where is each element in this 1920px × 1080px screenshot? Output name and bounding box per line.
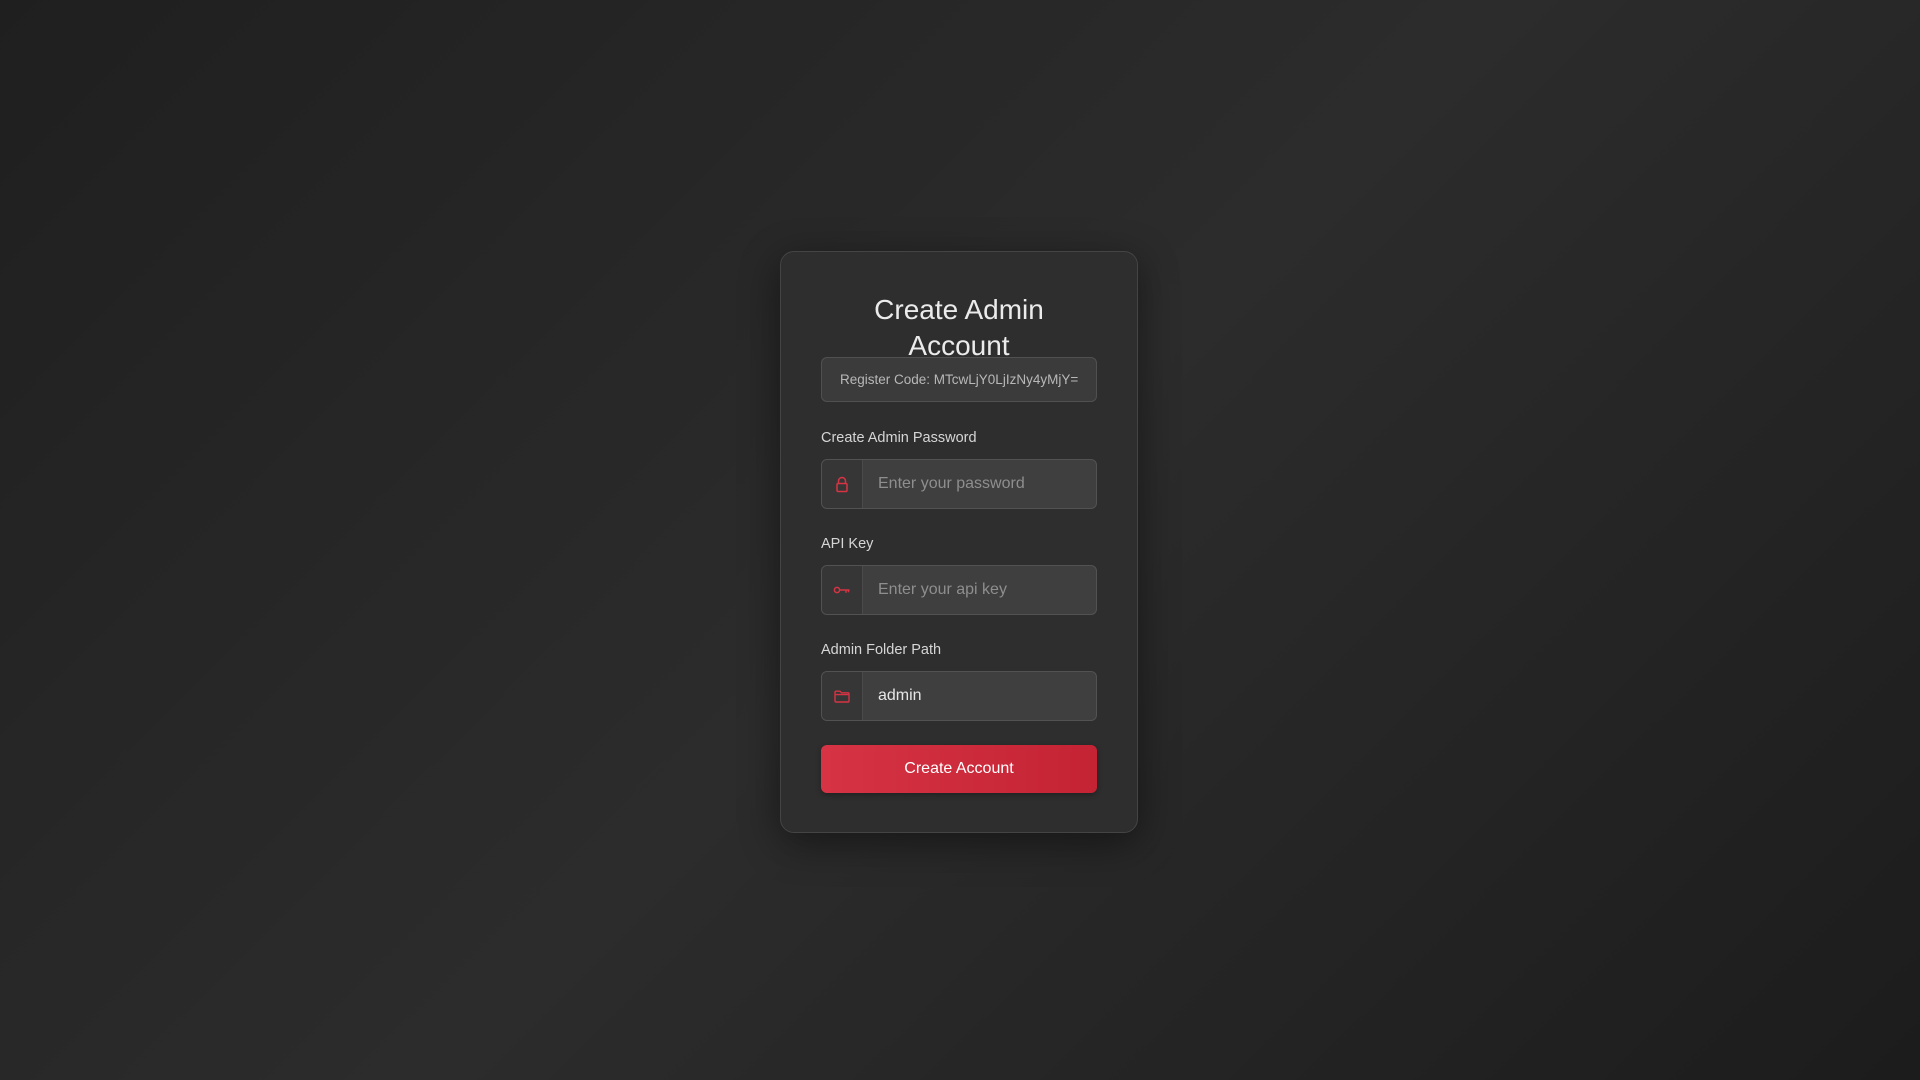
api-key-input[interactable] bbox=[863, 566, 1096, 614]
create-admin-card: Create Admin Account Register Code: MTcw… bbox=[780, 251, 1138, 833]
folder-icon bbox=[822, 672, 863, 720]
api-key-label: API Key bbox=[821, 536, 874, 552]
folder-path-label: Admin Folder Path bbox=[821, 642, 942, 658]
register-code-display: Register Code: MTcwLjY0LjIzNy4yMjY= bbox=[821, 357, 1097, 402]
key-icon bbox=[822, 566, 863, 614]
password-input-group bbox=[821, 459, 1097, 509]
lock-icon bbox=[822, 460, 863, 508]
folder-path-input-group bbox=[821, 671, 1097, 721]
password-label: Create Admin Password bbox=[821, 430, 977, 446]
api-key-input-group bbox=[821, 565, 1097, 615]
page-title: Create Admin Account bbox=[874, 294, 1044, 361]
folder-path-input[interactable] bbox=[863, 672, 1096, 720]
create-account-button[interactable]: Create Account bbox=[821, 745, 1097, 793]
password-input[interactable] bbox=[863, 460, 1096, 508]
